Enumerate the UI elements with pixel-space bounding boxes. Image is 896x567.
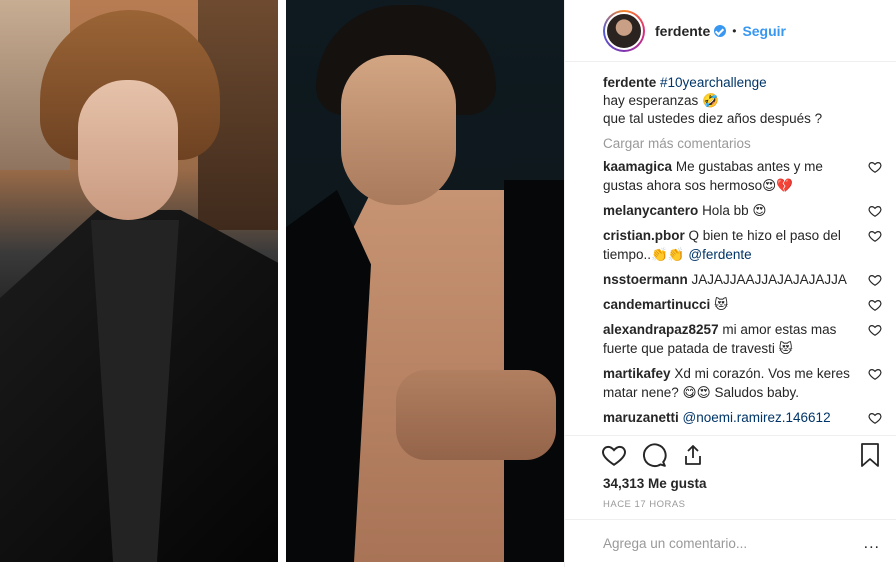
caption: ferdente #10yearchallenge hay esperanzas… (603, 74, 880, 128)
comments-list[interactable]: ferdente #10yearchallenge hay esperanzas… (565, 62, 896, 435)
comment-item: candemartinucci 😻 (603, 295, 882, 314)
comment-username[interactable]: candemartinucci (603, 297, 710, 312)
post-timestamp: HACE 17 HORAS (603, 499, 686, 510)
avatar[interactable] (605, 11, 643, 50)
bookmark-icon[interactable] (858, 442, 882, 468)
comment-icon[interactable] (641, 442, 667, 468)
heart-icon[interactable] (868, 411, 882, 425)
comment-username[interactable]: cristian.pbor (603, 228, 685, 243)
comment-input[interactable] (603, 536, 853, 551)
comment-item: cristian.pbor Q bien te hizo el paso del… (603, 226, 882, 264)
comment-text: JAJAJJAAJJAJAJAJAJJA (691, 272, 847, 287)
post-sidebar: ferdente • Seguir ferdente #10yearchalle… (565, 0, 896, 567)
crossed-arms (396, 370, 556, 460)
comment-username[interactable]: nsstoermann (603, 272, 688, 287)
comment-username[interactable]: kaamagica (603, 159, 672, 174)
avatar-story-ring[interactable] (603, 9, 645, 52)
comment-username[interactable]: melanycantero (603, 203, 698, 218)
share-icon[interactable] (681, 443, 705, 467)
heart-icon[interactable] (868, 229, 882, 243)
comment-item: maruzanetti @noemi.ramirez.146612 (603, 408, 882, 427)
likes-count[interactable]: 34,313 Me gusta (565, 473, 896, 495)
heart-icon[interactable] (868, 204, 882, 218)
heart-icon[interactable] (868, 273, 882, 287)
heart-icon[interactable] (868, 323, 882, 337)
comment-username[interactable]: alexandrapaz8257 (603, 322, 719, 337)
action-bar (565, 435, 896, 473)
heart-icon[interactable] (868, 367, 882, 381)
caption-hashtag[interactable]: #10yearchallenge (660, 75, 767, 90)
heart-icon[interactable] (868, 298, 882, 312)
comment-item: kaamagica Me gustabas antes y me gustas … (603, 157, 882, 195)
comment-username[interactable]: martikafey (603, 366, 671, 381)
photo-after (286, 0, 564, 562)
heart-icon[interactable] (868, 160, 882, 174)
caption-line2: que tal ustedes diez años después ? (603, 111, 823, 126)
load-more-comments-button[interactable]: Cargar más comentarios (603, 136, 880, 151)
instagram-post: ferdente • Seguir ferdente #10yearchalle… (0, 0, 896, 567)
separator-dot: • (732, 23, 737, 38)
comment-mention[interactable]: @ferdente (688, 247, 751, 262)
comment-item: alexandrapaz8257 mi amor estas mas fuert… (603, 320, 882, 358)
verified-badge-icon (714, 24, 727, 37)
caption-username[interactable]: ferdente (603, 75, 656, 90)
post-header: ferdente • Seguir (565, 0, 896, 62)
comment-item: melanycantero Hola bb 😍 (603, 201, 882, 220)
more-options-button[interactable]: ... (864, 535, 880, 553)
post-media[interactable] (0, 0, 564, 567)
comment-item: martikafey Xd mi corazón. Vos me keres m… (603, 364, 882, 402)
comment-mention[interactable]: @noemi.ramirez.146612 (683, 410, 831, 425)
face (341, 55, 456, 205)
photo-before (0, 0, 278, 562)
caption-line1: hay esperanzas 🤣 (603, 93, 719, 108)
heart-icon[interactable] (601, 442, 627, 468)
comment-username[interactable]: maruzanetti (603, 410, 679, 425)
comment-text: 😻 (714, 297, 729, 312)
comment-text: Hola bb 😍 (702, 203, 767, 218)
follow-button[interactable]: Seguir (742, 23, 786, 39)
header-username[interactable]: ferdente (655, 23, 710, 39)
face (78, 80, 178, 220)
comment-item: nsstoermann JAJAJJAAJJAJAJAJAJJA (603, 270, 882, 289)
add-comment-bar: ... (565, 519, 896, 567)
